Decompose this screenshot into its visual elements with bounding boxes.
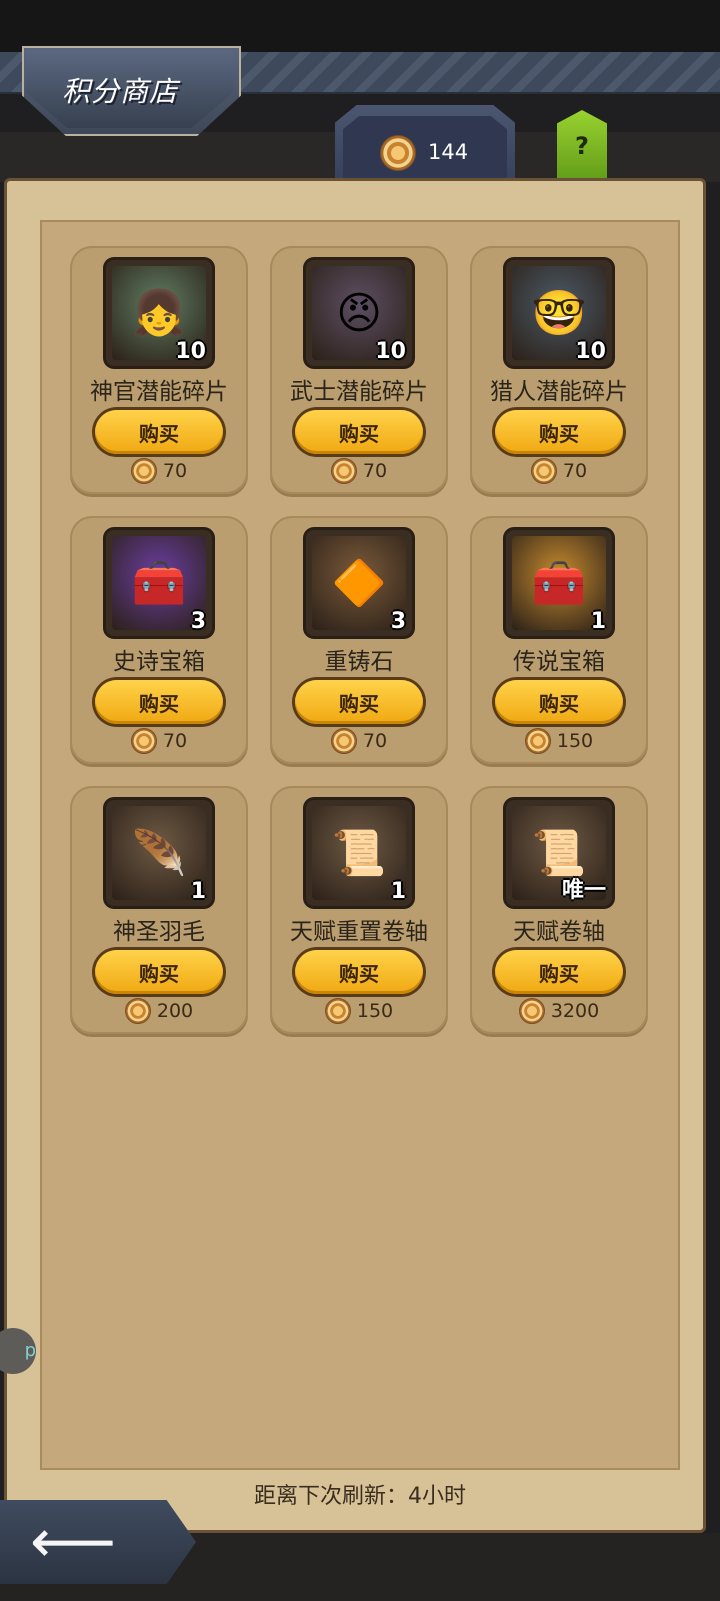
price-value: 3200 (550, 1000, 600, 1022)
item-frame[interactable]: 🔶 3 (306, 530, 412, 636)
item-name: 天赋重置卷轴 (290, 919, 428, 945)
buy-button[interactable]: 购买 (495, 680, 623, 724)
shop-item-card: 🧰 1 传说宝箱购买 150 (470, 516, 648, 764)
item-quantity: 1 (590, 609, 606, 634)
price-value: 150 (556, 730, 594, 752)
item-quantity: 3 (390, 609, 406, 634)
item-quantity: 3 (190, 609, 206, 634)
item-price: 70 (270, 458, 448, 484)
item-price: 70 (70, 728, 248, 754)
item-name: 神圣羽毛 (113, 919, 205, 945)
points-coin-icon (524, 728, 551, 754)
price-value: 70 (562, 460, 588, 482)
item-name: 传说宝箱 (513, 649, 605, 675)
help-icon[interactable]: ? (557, 132, 607, 160)
buy-button[interactable]: 购买 (95, 410, 223, 454)
buy-button[interactable]: 购买 (295, 950, 423, 994)
item-price: 150 (470, 728, 648, 754)
item-frame[interactable]: 🧰 1 (506, 530, 612, 636)
item-frame[interactable]: 😠 10 (306, 260, 412, 366)
page-title: 积分商店 (62, 75, 179, 108)
item-frame[interactable]: 👧 10 (106, 260, 212, 366)
buy-button[interactable]: 购买 (95, 680, 223, 724)
item-name: 重铸石 (324, 649, 394, 675)
item-price: 150 (270, 998, 448, 1024)
shop-item-card: 📜 1 天赋重置卷轴购买 150 (270, 786, 448, 1034)
buy-button[interactable]: 购买 (295, 410, 423, 454)
points-coin-icon (324, 998, 351, 1024)
item-name: 天赋卷轴 (513, 919, 605, 945)
points-value: 144 (428, 140, 469, 164)
shop-item-card: 📜 唯一天赋卷轴购买 3200 (470, 786, 648, 1034)
buy-button[interactable]: 购买 (495, 410, 623, 454)
points-coin-icon (130, 458, 157, 484)
points-coin-icon (330, 728, 357, 754)
item-frame[interactable]: 🤓 10 (506, 260, 612, 366)
shop-item-card: 😠 10 武士潜能碎片购买 70 (270, 246, 448, 494)
points-coin-icon (124, 998, 151, 1024)
shop-item-card: 🪶 1 神圣羽毛购买 200 (70, 786, 248, 1034)
back-arrow-icon[interactable]: ⟵ (30, 1512, 160, 1572)
points-coin-icon (330, 458, 357, 484)
item-price: 200 (70, 998, 248, 1024)
price-value: 70 (362, 460, 388, 482)
item-frame[interactable]: 🪶 1 (106, 800, 212, 906)
item-price: 70 (470, 458, 648, 484)
item-name: 神官潜能碎片 (90, 379, 228, 405)
shop-item-card: 🧰 3 史诗宝箱购买 70 (70, 516, 248, 764)
price-value: 70 (362, 730, 388, 752)
item-name: 猎人潜能碎片 (490, 379, 628, 405)
item-quantity: 1 (190, 879, 206, 904)
item-name: 史诗宝箱 (113, 649, 205, 675)
status-bar (0, 0, 720, 52)
floating-assist-button[interactable]: p (0, 1328, 36, 1374)
item-frame[interactable]: 📜 1 (306, 800, 412, 906)
price-value: 200 (156, 1000, 194, 1022)
buy-button[interactable]: 购买 (95, 950, 223, 994)
item-quantity: 10 (175, 339, 206, 364)
buy-button[interactable]: 购买 (495, 950, 623, 994)
item-quantity: 10 (575, 339, 606, 364)
price-value: 70 (162, 730, 188, 752)
shop-item-card: 👧 10 神官潜能碎片购买 70 (70, 246, 248, 494)
item-price: 70 (70, 458, 248, 484)
points-coin-icon (380, 135, 416, 171)
item-name: 武士潜能碎片 (290, 379, 428, 405)
item-price: 70 (270, 728, 448, 754)
price-value: 150 (356, 1000, 394, 1022)
item-price: 3200 (470, 998, 648, 1024)
points-coin-icon (518, 998, 545, 1024)
points-coin-icon (130, 728, 157, 754)
item-quantity: 唯一 (561, 878, 606, 903)
item-quantity: 10 (375, 339, 406, 364)
item-frame[interactable]: 🧰 3 (106, 530, 212, 636)
points-coin-icon (530, 458, 557, 484)
price-value: 70 (162, 460, 188, 482)
buy-button[interactable]: 购买 (295, 680, 423, 724)
shop-item-card: 🔶 3 重铸石购买 70 (270, 516, 448, 764)
shop-item-card: 🤓 10 猎人潜能碎片购买 70 (470, 246, 648, 494)
item-frame[interactable]: 📜 唯一 (506, 800, 612, 906)
item-quantity: 1 (390, 879, 406, 904)
